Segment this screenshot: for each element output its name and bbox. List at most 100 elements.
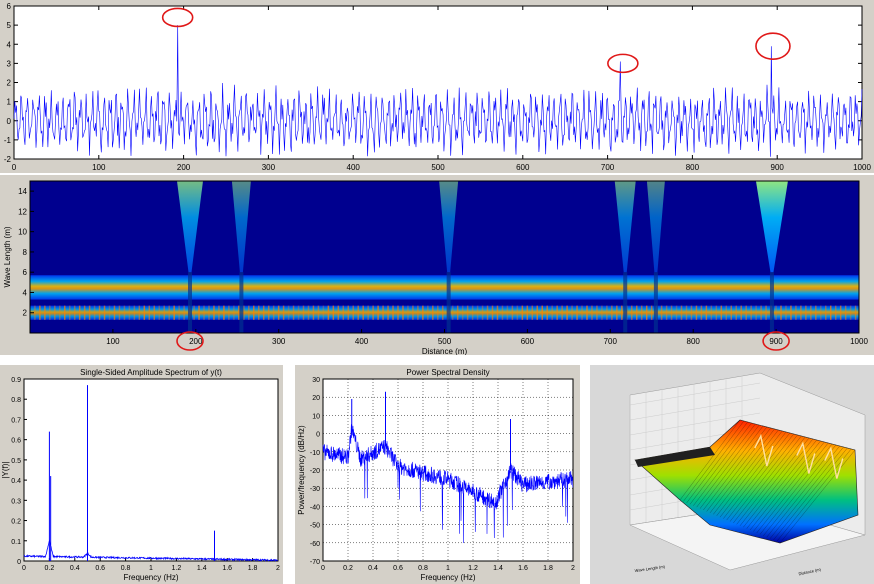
heatmap-stripe (238, 305, 240, 320)
x-tick-label: 2 (571, 565, 575, 572)
x-tick-label: 0.2 (343, 565, 353, 572)
heatmap-stripe (208, 305, 210, 320)
heatmap-stripe (287, 305, 290, 320)
y-tick-label: 0.3 (11, 498, 21, 505)
x-tick-label: 800 (687, 337, 701, 346)
heatmap-stripe (377, 305, 379, 320)
heatmap-stripe (233, 305, 235, 320)
heatmap-stripe (297, 305, 300, 320)
heatmap-stripe (407, 305, 409, 320)
x-tick-label: 400 (355, 337, 369, 346)
heatmap-band (30, 275, 859, 300)
y-tick-label: -70 (310, 559, 320, 566)
y-tick-label: 0.1 (11, 539, 21, 546)
heatmap-stripe (267, 305, 270, 320)
x-tick-label: 900 (771, 163, 785, 172)
heatmap-stripe (352, 305, 354, 320)
amplitude-axes (23, 378, 279, 562)
heatmap-stripe (680, 305, 683, 320)
heatmap-stripe (556, 305, 558, 320)
amplitude-spectrum-chart: Single-Sided Amplitude Spectrum of y(t) 0… (1, 368, 280, 582)
y-tick-label: 6 (7, 2, 12, 11)
heatmap-stripe (78, 305, 81, 320)
heatmap-stripe (536, 305, 539, 320)
y-tick-label: 0 (7, 117, 12, 126)
x-tick-label: 1.2 (172, 565, 182, 572)
heatmap-stripe (471, 305, 474, 320)
y-tick-label: 14 (18, 187, 27, 196)
heatmap-stripe (561, 305, 563, 320)
heatmap-stripe (397, 305, 399, 320)
heatmap-stripe (83, 305, 86, 320)
y-tick-label: 10 (312, 413, 320, 420)
heatmap-stripe (705, 305, 708, 320)
heatmap-stripe (203, 305, 205, 320)
heatmap-notch (239, 272, 244, 333)
psd-panel: Power Spectral Density -70 -60 -50 -40 -30 -20… (295, 365, 580, 584)
y-tick-label: 0.8 (11, 397, 21, 404)
heatmap-stripe (660, 305, 663, 320)
heatmap-stripe (710, 305, 713, 320)
heatmap-stripe (735, 305, 737, 320)
heatmap-stripe (73, 305, 76, 320)
x-tick-label: 0 (22, 565, 26, 572)
heatmap-stripe (481, 305, 484, 320)
heatmap-stripe (551, 305, 553, 320)
wavelength-panel: 2 4 6 8 10 12 14 100 200 300 400 500 600 700 800 900 100… (0, 175, 874, 355)
heatmap-stripe (54, 305, 56, 320)
y-tick-label: 20 (312, 395, 320, 402)
x-tick-label: 800 (686, 163, 700, 172)
heatmap-stripe (780, 305, 782, 320)
x-tick-label: 900 (769, 337, 783, 346)
heatmap-stripe (496, 305, 499, 320)
heatmap-stripe (223, 305, 225, 320)
heatmap-stripe (820, 305, 822, 320)
x-tick-label: 0.8 (418, 565, 428, 572)
heatmap-stripe (491, 305, 494, 320)
y-tick-label: 10 (18, 228, 27, 237)
heatmap-stripe (103, 305, 106, 320)
heatmap-stripe (362, 305, 364, 320)
heatmap-stripe (745, 305, 747, 320)
y-tick-label: 2 (7, 79, 12, 88)
heatmap-stripe (805, 305, 807, 320)
x-tick-label: 1.4 (197, 565, 207, 572)
y-tick-label: 0.6 (11, 438, 21, 445)
heatmap-stripe (765, 305, 767, 320)
heatmap-stripe (849, 305, 852, 320)
x-tick-label: 500 (438, 337, 452, 346)
heatmap-stripe (173, 305, 175, 320)
y-tick-label: 6 (23, 268, 28, 277)
x-tick-label: 100 (92, 163, 106, 172)
x-axis-label: Frequency (Hz) (420, 573, 475, 582)
heatmap-stripe (815, 305, 817, 320)
heatmap-stripe (108, 305, 111, 320)
heatmap-stripe (168, 305, 170, 320)
heatmap-stripe (163, 305, 165, 320)
x-axis-label: Wave Length (m) (634, 564, 666, 573)
heatmap-stripe (158, 305, 160, 320)
y-axis-label: |Y(f)| (1, 461, 10, 478)
heatmap-stripe (695, 305, 698, 320)
y-tick-label: 0 (17, 559, 21, 566)
heatmap-stripe (337, 305, 340, 320)
heatmap-stripe (302, 305, 305, 320)
y-tick-label: 0.2 (11, 519, 21, 526)
y-tick-label: 4 (23, 288, 28, 297)
x-tick-label: 1.6 (222, 565, 232, 572)
heatmap-stripe (854, 305, 857, 320)
x-tick-label: 1.8 (543, 565, 553, 572)
heatmap-stripe (68, 305, 71, 320)
heatmap-stripe (442, 305, 444, 320)
heatmap-stripe (228, 305, 230, 320)
heatmap-stripe (466, 305, 469, 320)
heatmap-stripe (456, 305, 459, 320)
heatmap-stripe (700, 305, 703, 320)
heatmap-stripe (39, 305, 41, 320)
x-tick-label: 700 (604, 337, 618, 346)
heatmap-notch (623, 272, 628, 333)
heatmap-stripe (571, 305, 573, 320)
heatmap-stripe (586, 305, 588, 320)
y-tick-label: -30 (310, 486, 320, 493)
heatmap-stripe (531, 305, 534, 320)
